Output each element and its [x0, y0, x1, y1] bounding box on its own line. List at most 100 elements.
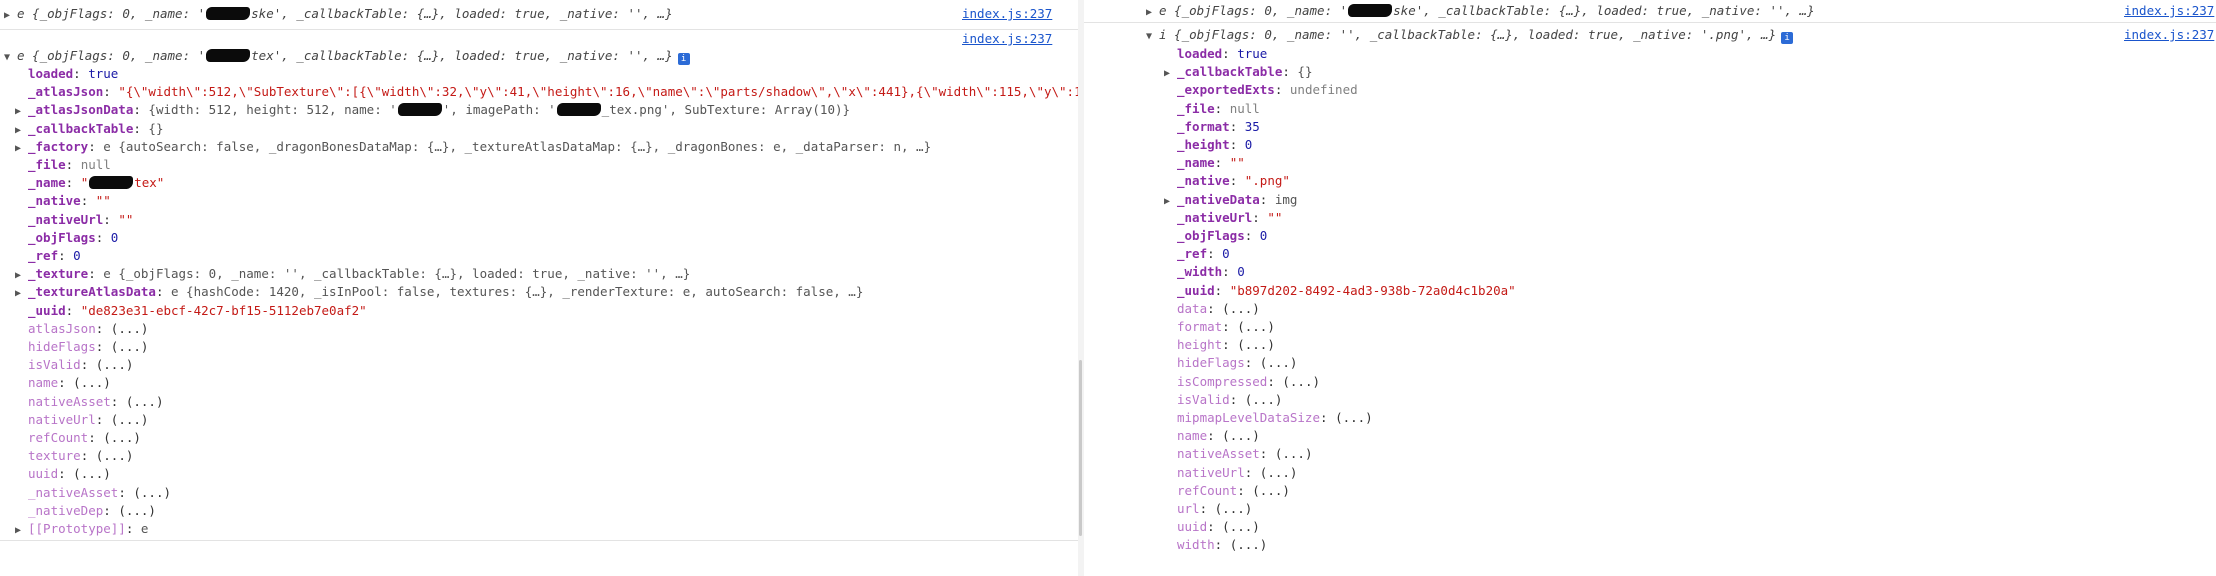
triangle-down-icon[interactable]: ▼ — [1146, 28, 1159, 45]
accessor-row[interactable]: uuid: (...) — [1164, 518, 1260, 535]
accessor-row[interactable]: width: (...) — [1164, 536, 1267, 553]
lazy-value[interactable]: (...) — [96, 448, 134, 463]
log-entry-expanded[interactable]: ▼ e {_objFlags: 0, _name: ' tex', _callbac… — [4, 47, 690, 66]
accessor-row[interactable]: texture: (...) — [15, 447, 133, 464]
accessor-row[interactable]: mipmapLevelDataSize: (...) — [1164, 409, 1373, 426]
property-row[interactable]: ▶ _texture: e {_objFlags: 0, _name: '', _… — [15, 265, 690, 282]
property-key: _callbackTable — [28, 120, 134, 136]
info-badge-icon[interactable]: i — [677, 53, 690, 65]
lazy-value[interactable]: (...) — [1237, 337, 1275, 352]
lazy-value[interactable]: (...) — [118, 503, 156, 518]
accessor-row[interactable]: _nativeDep: (...) — [15, 502, 156, 519]
lazy-value[interactable]: (...) — [1222, 301, 1260, 316]
lazy-value[interactable]: (...) — [73, 375, 111, 390]
accessor-row[interactable]: atlasJson: (...) — [15, 320, 148, 337]
accessor-row[interactable]: name: (...) — [1164, 427, 1260, 444]
lazy-value[interactable]: (...) — [1275, 446, 1313, 461]
accessor-row[interactable]: refCount: (...) — [15, 429, 141, 446]
source-link[interactable]: index.js:237 — [962, 5, 1052, 22]
triangle-right-icon[interactable]: ▶ — [1146, 4, 1159, 21]
colon: : — [1244, 355, 1260, 371]
triangle-right-icon[interactable]: ▶ — [15, 522, 28, 539]
property-row[interactable]: ▶ _nativeData: img — [1164, 191, 1297, 208]
log-entry-collapsed[interactable]: ▶ e {_objFlags: 0, _name: ' ske', _callbac… — [4, 5, 673, 22]
lazy-value[interactable]: (...) — [1260, 355, 1298, 370]
accessor-row[interactable]: data: (...) — [1164, 300, 1260, 317]
log-entry-collapsed[interactable]: ▶ e {_objFlags: 0, _name: ' ske', _callbac… — [1146, 2, 1815, 19]
lazy-value[interactable]: (...) — [1245, 392, 1283, 407]
accessor-row[interactable]: hideFlags: (...) — [15, 338, 148, 355]
property-row[interactable]: ▶ _callbackTable: {} — [15, 120, 163, 137]
accessor-key: nativeAsset — [28, 393, 111, 409]
property-row[interactable]: ▶ _factory: e {autoSearch: false, _dragon… — [15, 138, 931, 155]
triangle-right-icon[interactable]: ▶ — [1164, 65, 1177, 82]
property-row[interactable]: ▶ _callbackTable: {} — [1164, 63, 1312, 80]
property-row: _ref: 0 — [15, 247, 81, 264]
info-badge-icon[interactable]: i — [1781, 32, 1794, 44]
lazy-value[interactable]: (...) — [1252, 483, 1290, 498]
lazy-value[interactable]: (...) — [126, 394, 164, 409]
accessor-row[interactable]: _nativeAsset: (...) — [15, 484, 171, 501]
accessor-row[interactable]: nativeAsset: (...) — [1164, 445, 1313, 462]
lazy-value[interactable]: (...) — [103, 430, 141, 445]
property-key: _ref — [1177, 246, 1208, 262]
property-row: loaded: true — [15, 65, 118, 82]
property-value: 35 — [1244, 118, 1260, 134]
property-key: _name — [1177, 155, 1215, 171]
accessor-row[interactable]: uuid: (...) — [15, 465, 111, 482]
accessor-row[interactable]: isValid: (...) — [1164, 391, 1282, 408]
lazy-value[interactable]: (...) — [1335, 410, 1373, 425]
accessor-row[interactable]: height: (...) — [1164, 336, 1275, 353]
lazy-value[interactable]: (...) — [111, 339, 149, 354]
triangle-right-icon[interactable]: ▶ — [15, 140, 28, 157]
source-link[interactable]: index.js:237 — [962, 30, 1052, 47]
triangle-down-icon[interactable]: ▼ — [4, 49, 17, 66]
accessor-row[interactable]: isCompressed: (...) — [1164, 373, 1320, 390]
accessor-row[interactable]: name: (...) — [15, 374, 111, 391]
lazy-value[interactable]: (...) — [1222, 428, 1260, 443]
lazy-value[interactable]: (...) — [73, 466, 111, 481]
accessor-row[interactable]: format: (...) — [1164, 318, 1275, 335]
triangle-right-icon[interactable]: ▶ — [15, 285, 28, 302]
lazy-value[interactable]: (...) — [111, 321, 149, 336]
lazy-value[interactable]: (...) — [1230, 537, 1268, 552]
redacted-mark — [397, 103, 442, 117]
accessor-row[interactable]: refCount: (...) — [1164, 482, 1290, 499]
property-row[interactable]: ▶ _atlasJsonData: {width: 512, height: 51… — [15, 101, 850, 118]
scrollbar-thumb[interactable] — [1079, 360, 1082, 536]
lazy-value[interactable]: (...) — [1260, 465, 1298, 480]
triangle-right-icon[interactable]: ▶ — [15, 103, 28, 120]
lazy-value[interactable]: (...) — [1222, 519, 1260, 534]
accessor-row[interactable]: nativeUrl: (...) — [15, 411, 148, 428]
accessor-row[interactable]: url: (...) — [1164, 500, 1252, 517]
property-key: _atlasJsonData — [28, 102, 134, 118]
accessor-row[interactable]: hideFlags: (...) — [1164, 354, 1297, 371]
property-value: "" — [1267, 209, 1283, 225]
triangle-right-icon[interactable]: ▶ — [4, 7, 17, 24]
property-key: _exportedExts — [1177, 82, 1275, 98]
property-row[interactable]: ▶ _textureAtlasData: e {hashCode: 1420, _… — [15, 283, 863, 300]
lazy-value[interactable]: (...) — [111, 412, 149, 427]
lazy-value[interactable]: (...) — [1215, 501, 1253, 516]
triangle-right-icon[interactable]: ▶ — [15, 122, 28, 139]
property-key: _callbackTable — [1177, 64, 1283, 80]
colon: : — [1229, 137, 1245, 152]
lazy-value[interactable]: (...) — [1282, 374, 1320, 389]
accessor-key: _nativeAsset — [28, 484, 119, 500]
property-key: _nativeData — [1177, 191, 1260, 207]
source-link[interactable]: index.js:237 — [2124, 2, 2214, 19]
prototype-row[interactable]: ▶ [[Prototype]]: e — [15, 520, 148, 537]
colon: : — [1214, 282, 1230, 298]
accessor-row[interactable]: isValid: (...) — [15, 356, 133, 373]
accessor-row[interactable]: nativeUrl: (...) — [1164, 464, 1297, 481]
log-entry-expanded[interactable]: ▼ i {_objFlags: 0, _name: '', _callbackTa… — [1146, 26, 1794, 45]
lazy-value[interactable]: (...) — [96, 357, 134, 372]
triangle-right-icon[interactable]: ▶ — [1164, 193, 1177, 210]
triangle-right-icon[interactable]: ▶ — [15, 267, 28, 284]
accessor-row[interactable]: nativeAsset: (...) — [15, 393, 164, 410]
source-link[interactable]: index.js:237 — [2124, 26, 2214, 43]
colon: : — [1274, 82, 1290, 98]
accessor-key: isCompressed — [1177, 373, 1268, 389]
lazy-value[interactable]: (...) — [1237, 319, 1275, 334]
lazy-value[interactable]: (...) — [133, 485, 171, 500]
